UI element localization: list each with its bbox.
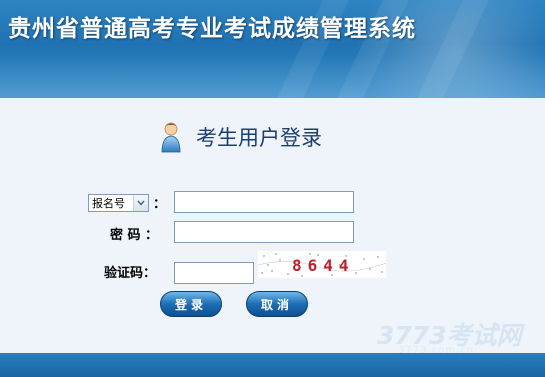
chevron-down-icon[interactable] xyxy=(133,194,148,211)
id-number-input[interactable] xyxy=(174,191,354,213)
login-heading: 考生用户登录 xyxy=(160,120,322,154)
banner-shade xyxy=(0,55,545,98)
captcha-image[interactable]: 8644 xyxy=(258,251,386,278)
system-title: 贵州省普通高考专业考试成绩管理系统 xyxy=(8,16,416,42)
captcha-row: 验证码： xyxy=(104,262,156,281)
password-row: 密 码 ： xyxy=(110,224,158,243)
watermark-url: 3773.com.cn xyxy=(398,345,474,356)
captcha-input[interactable] xyxy=(174,262,254,284)
cancel-button[interactable]: 取消 xyxy=(246,291,308,317)
captcha-label: 验证码： xyxy=(104,266,157,281)
id-type-value: 报名号 xyxy=(92,196,125,210)
captcha-text: 8644 xyxy=(292,256,355,275)
login-button[interactable]: 登录 xyxy=(160,291,222,317)
login-title: 考生用户登录 xyxy=(196,126,322,150)
user-icon xyxy=(161,122,181,153)
id-type-colon: ： xyxy=(153,197,167,212)
header-banner: 贵州省普通高考专业考试成绩管理系统 xyxy=(0,0,545,98)
password-label: 密 码 ： xyxy=(110,228,159,243)
footer-bar xyxy=(0,353,545,377)
password-input[interactable] xyxy=(174,221,354,243)
id-type-row: 报名号 ： xyxy=(88,193,166,212)
id-type-select[interactable]: 报名号 xyxy=(88,193,149,212)
